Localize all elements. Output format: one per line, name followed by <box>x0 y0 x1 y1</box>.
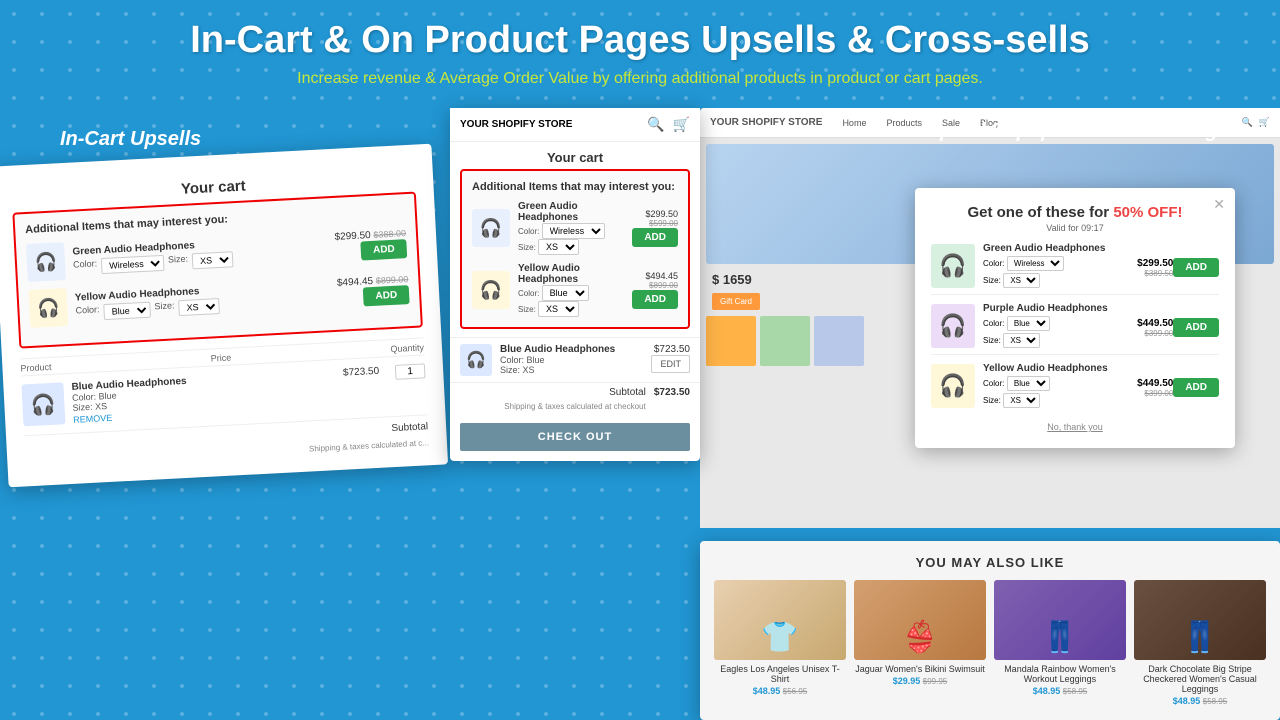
middle-upsell-name-2: Yellow Audio Headphones <box>518 263 624 285</box>
left-color-select-2[interactable]: Blue <box>103 301 151 319</box>
ymal-name-3: Mandala Rainbow Women's Workout Leggings <box>994 664 1126 684</box>
left-upsell-box: Additional Items that may interest you: … <box>12 192 423 349</box>
popup-timer: Valid for 09:17 <box>931 223 1219 233</box>
ymal-img-4: 👖 <box>1134 580 1266 660</box>
close-icon[interactable]: ✕ <box>1213 196 1225 213</box>
card-middle-cart: YOUR SHOPIFY STORE 🔍 🛒 Your cart Additio… <box>450 108 700 461</box>
ymal-product-1: 👕 Eagles Los Angeles Unisex T-Shirt $48.… <box>714 580 846 706</box>
popup-add-btn-2[interactable]: ADD <box>1173 318 1219 337</box>
popup-item-3: 🎧 Yellow Audio Headphones Color: Blue Si… <box>931 363 1219 414</box>
middle-upsell-item-1: 🎧 Green Audio Headphones Color: Wireless… <box>472 201 678 255</box>
popup-add-btn-3[interactable]: ADD <box>1173 378 1219 397</box>
popup-size-3[interactable]: XS <box>1003 393 1040 408</box>
ymal-img-3: 👖 <box>994 580 1126 660</box>
search-icon[interactable]: 🔍 <box>647 116 664 133</box>
middle-edit-btn[interactable]: EDIT <box>651 355 690 373</box>
ymal-products: 👕 Eagles Los Angeles Unisex T-Shirt $48.… <box>714 580 1266 706</box>
ymal-price-old-2: $99.95 <box>923 677 947 686</box>
middle-add-btn-2[interactable]: ADD <box>632 290 678 309</box>
popup-add-btn-1[interactable]: ADD <box>1173 258 1219 277</box>
popup-img-1: 🎧 <box>931 244 975 288</box>
label-upsell-popup: Upsell Popups on Product Pages <box>926 118 1241 144</box>
middle-subtotal: Subtotal $723.50 <box>450 382 700 402</box>
middle-upsell-name-1: Green Audio Headphones <box>518 201 624 223</box>
ymal-price-new-2: $29.95 <box>893 676 921 686</box>
middle-shipping-note: Shipping & taxes calculated at checkout <box>450 402 700 417</box>
middle-store-name: YOUR SHOPIFY STORE <box>460 119 572 130</box>
page-title: In-Cart & On Product Pages Upsells & Cro… <box>60 18 1220 64</box>
middle-subtotal-label: Subtotal <box>609 387 646 398</box>
middle-add-btn-1[interactable]: ADD <box>632 228 678 247</box>
left-size-select-1[interactable]: XS <box>192 251 234 269</box>
left-color-select-1[interactable]: Wireless <box>101 254 165 273</box>
popup-item-1: 🎧 Green Audio Headphones Color: Wireless… <box>931 243 1219 295</box>
ymal-product-4: 👖 Dark Chocolate Big Stripe Checkered Wo… <box>1134 580 1266 706</box>
middle-cart-item-name: Blue Audio Headphones <box>500 344 643 355</box>
checkout-button[interactable]: CHECK OUT <box>460 423 690 451</box>
ymal-name-4: Dark Chocolate Big Stripe Checkered Wome… <box>1134 664 1266 694</box>
label-in-cart: In-Cart Upsells <box>60 128 201 151</box>
header: In-Cart & On Product Pages Upsells & Cro… <box>0 0 1280 96</box>
middle-cart-item: 🎧 Blue Audio Headphones Color: Blue Size… <box>450 337 700 382</box>
ymal-product-3: 👖 Mandala Rainbow Women's Workout Leggin… <box>994 580 1126 706</box>
middle-cart-item-img: 🎧 <box>460 344 492 376</box>
left-add-btn-2[interactable]: ADD <box>363 285 410 306</box>
popup-highlight: 50% OFF! <box>1113 204 1182 221</box>
popup-color-3[interactable]: Blue <box>1007 376 1050 391</box>
ymal-price-new-1: $48.95 <box>753 686 781 696</box>
middle-upsell-img-2: 🎧 <box>472 271 510 309</box>
ymal-img-2: 👙 <box>854 580 986 660</box>
ymal-price-old-1: $56.95 <box>783 687 807 696</box>
ymal-name-1: Eagles Los Angeles Unisex T-Shirt <box>714 664 846 684</box>
middle-upsell-img-1: 🎧 <box>472 209 510 247</box>
middle-color-1[interactable]: Wireless <box>542 223 605 239</box>
middle-color-2[interactable]: Blue <box>542 285 589 301</box>
popup-color-2[interactable]: Blue <box>1007 316 1050 331</box>
ymal-product-2: 👙 Jaguar Women's Bikini Swimsuit $29.95 … <box>854 580 986 706</box>
middle-size-2[interactable]: XS <box>538 301 579 317</box>
left-qty-input[interactable] <box>395 363 426 380</box>
middle-subtotal-value: $723.50 <box>654 387 690 398</box>
popup-img-3: 🎧 <box>931 364 975 408</box>
left-add-btn-1[interactable]: ADD <box>361 239 408 260</box>
middle-cart-title: Your cart <box>450 142 700 169</box>
popup-item-2: 🎧 Purple Audio Headphones Color: Blue Si… <box>931 303 1219 355</box>
left-upsell-img-2: 🎧 <box>28 288 68 328</box>
card-popup: ✕ Get one of these for 50% OFF! Valid fo… <box>915 188 1235 448</box>
no-thanks-link[interactable]: No, thank you <box>931 422 1219 432</box>
left-upsell-img-1: 🎧 <box>26 242 66 282</box>
cart-icon[interactable]: 🛒 <box>673 116 690 133</box>
card-in-cart: Your cart Additional Items that may inte… <box>0 144 448 488</box>
middle-store-header: YOUR SHOPIFY STORE 🔍 🛒 <box>450 108 700 142</box>
left-cart-item-price: $723.50 <box>343 366 380 379</box>
card-ymal: YOU MAY ALSO LIKE 👕 Eagles Los Angeles U… <box>700 541 1280 720</box>
ymal-name-2: Jaguar Women's Bikini Swimsuit <box>854 664 986 674</box>
popup-size-2[interactable]: XS <box>1003 333 1040 348</box>
ymal-title: YOU MAY ALSO LIKE <box>714 555 1266 570</box>
middle-upsell-item-2: 🎧 Yellow Audio Headphones Color: Blue Si… <box>472 263 678 317</box>
ymal-price-new-4: $48.95 <box>1173 696 1201 706</box>
ymal-price-new-3: $48.95 <box>1033 686 1061 696</box>
popup-color-1[interactable]: Wireless <box>1007 256 1064 271</box>
popup-size-1[interactable]: XS <box>1003 273 1040 288</box>
ymal-price-old-4: $58.95 <box>1203 697 1227 706</box>
middle-cart-item-price: $723.50 <box>651 344 690 355</box>
left-cart-item-img: 🎧 <box>21 382 65 426</box>
ymal-price-old-3: $58.95 <box>1063 687 1087 696</box>
popup-img-2: 🎧 <box>931 304 975 348</box>
left-size-select-2[interactable]: XS <box>178 298 220 316</box>
popup-title: Get one of these for 50% OFF! <box>931 204 1219 221</box>
middle-upsell-box: Additional Items that may interest you: … <box>460 169 690 329</box>
page-subtitle: Increase revenue & Average Order Value b… <box>60 70 1220 88</box>
ymal-img-1: 👕 <box>714 580 846 660</box>
middle-size-1[interactable]: XS <box>538 239 579 255</box>
middle-upsell-header: Additional Items that may interest you: <box>472 181 678 193</box>
